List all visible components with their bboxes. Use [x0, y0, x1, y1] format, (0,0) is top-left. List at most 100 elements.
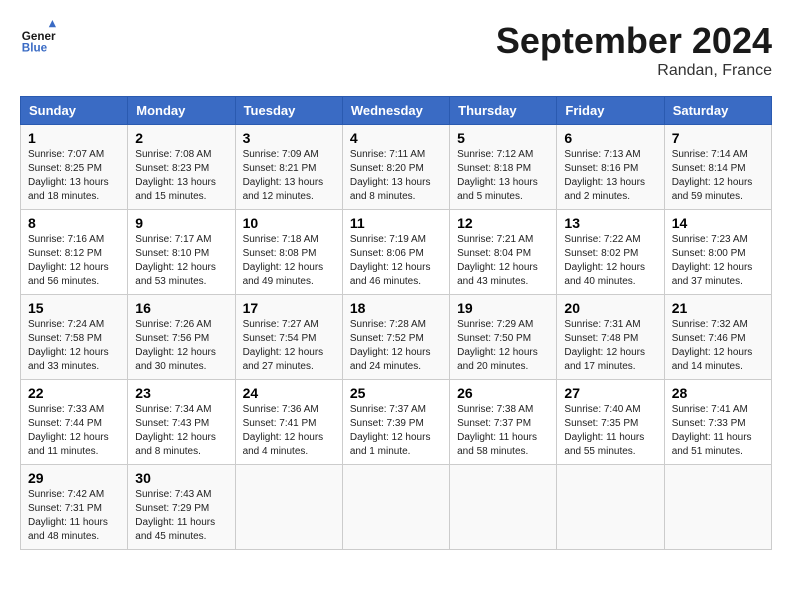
page-subtitle: Randan, France: [496, 62, 772, 80]
calendar-cell: 29Sunrise: 7:42 AM Sunset: 7:31 PM Dayli…: [21, 465, 128, 550]
column-header-sunday: Sunday: [21, 97, 128, 125]
calendar-cell: 8 Sunrise: 7:16 AM Sunset: 8:12 PM Daylig…: [21, 210, 128, 295]
column-header-thursday: Thursday: [450, 97, 557, 125]
day-info: Sunrise: 7:43 AM Sunset: 7:29 PM Dayligh…: [135, 488, 227, 544]
day-info: Sunrise: 7:31 AM Sunset: 7:48 PM Dayligh…: [564, 318, 656, 374]
calendar-cell: 9 Sunrise: 7:17 AM Sunset: 8:10 PM Daylig…: [128, 210, 235, 295]
week-row-1: 1 Sunrise: 7:07 AM Sunset: 8:25 PM Daylig…: [21, 125, 772, 210]
day-info: Sunrise: 7:12 AM Sunset: 8:18 PM Dayligh…: [457, 148, 549, 204]
day-info: Sunrise: 7:08 AM Sunset: 8:23 PM Dayligh…: [135, 148, 227, 204]
calendar-cell: 16 Sunrise: 7:26 AM Sunset: 7:56 PM Dayli…: [128, 295, 235, 380]
day-info: Sunrise: 7:18 AM Sunset: 8:08 PM Dayligh…: [243, 233, 335, 289]
calendar-cell: [450, 465, 557, 550]
day-info: Sunrise: 7:32 AM Sunset: 7:46 PM Dayligh…: [672, 318, 764, 374]
day-info: Sunrise: 7:26 AM Sunset: 7:56 PM Dayligh…: [135, 318, 227, 374]
calendar-cell: 17 Sunrise: 7:27 AM Sunset: 7:54 PM Dayli…: [235, 295, 342, 380]
calendar-cell: 3 Sunrise: 7:09 AM Sunset: 8:21 PM Daylig…: [235, 125, 342, 210]
header-row: SundayMondayTuesdayWednesdayThursdayFrid…: [21, 97, 772, 125]
week-row-2: 8 Sunrise: 7:16 AM Sunset: 8:12 PM Daylig…: [21, 210, 772, 295]
logo-icon: General Blue: [20, 20, 56, 56]
column-header-wednesday: Wednesday: [342, 97, 449, 125]
calendar-cell: [557, 465, 664, 550]
calendar-cell: 18Sunrise: 7:28 AM Sunset: 7:52 PM Dayli…: [342, 295, 449, 380]
day-info: Sunrise: 7:21 AM Sunset: 8:04 PM Dayligh…: [457, 233, 549, 289]
day-number: 2: [135, 130, 227, 146]
week-row-4: 22Sunrise: 7:33 AM Sunset: 7:44 PM Dayli…: [21, 380, 772, 465]
calendar-cell: 28 Sunrise: 7:41 AM Sunset: 7:33 PM Dayli…: [664, 380, 771, 465]
calendar-cell: 22Sunrise: 7:33 AM Sunset: 7:44 PM Dayli…: [21, 380, 128, 465]
logo: General Blue: [20, 20, 56, 56]
calendar-cell: 14 Sunrise: 7:23 AM Sunset: 8:00 PM Dayli…: [664, 210, 771, 295]
calendar-cell: 1 Sunrise: 7:07 AM Sunset: 8:25 PM Daylig…: [21, 125, 128, 210]
day-info: Sunrise: 7:16 AM Sunset: 8:12 PM Dayligh…: [28, 233, 120, 289]
day-info: Sunrise: 7:33 AM Sunset: 7:44 PM Dayligh…: [28, 403, 120, 459]
calendar-cell: 2 Sunrise: 7:08 AM Sunset: 8:23 PM Daylig…: [128, 125, 235, 210]
day-info: Sunrise: 7:14 AM Sunset: 8:14 PM Dayligh…: [672, 148, 764, 204]
page-title: September 2024: [496, 20, 772, 62]
day-number: 24: [243, 385, 335, 401]
day-info: Sunrise: 7:37 AM Sunset: 7:39 PM Dayligh…: [350, 403, 442, 459]
week-row-3: 15 Sunrise: 7:24 AM Sunset: 7:58 PM Dayli…: [21, 295, 772, 380]
page-header: General Blue September 2024 Randan, Fran…: [20, 20, 772, 80]
day-info: Sunrise: 7:28 AM Sunset: 7:52 PM Dayligh…: [350, 318, 442, 374]
day-number: 15: [28, 300, 120, 316]
calendar-cell: 4 Sunrise: 7:11 AM Sunset: 8:20 PM Daylig…: [342, 125, 449, 210]
calendar-cell: 11 Sunrise: 7:19 AM Sunset: 8:06 PM Dayli…: [342, 210, 449, 295]
column-header-monday: Monday: [128, 97, 235, 125]
day-number: 7: [672, 130, 764, 146]
calendar-cell: 27 Sunrise: 7:40 AM Sunset: 7:35 PM Dayli…: [557, 380, 664, 465]
day-info: Sunrise: 7:07 AM Sunset: 8:25 PM Dayligh…: [28, 148, 120, 204]
day-info: Sunrise: 7:34 AM Sunset: 7:43 PM Dayligh…: [135, 403, 227, 459]
day-info: Sunrise: 7:24 AM Sunset: 7:58 PM Dayligh…: [28, 318, 120, 374]
day-number: 17: [243, 300, 335, 316]
day-number: 12: [457, 215, 549, 231]
day-number: 1: [28, 130, 120, 146]
day-info: Sunrise: 7:17 AM Sunset: 8:10 PM Dayligh…: [135, 233, 227, 289]
week-row-5: 29Sunrise: 7:42 AM Sunset: 7:31 PM Dayli…: [21, 465, 772, 550]
calendar-cell: 19 Sunrise: 7:29 AM Sunset: 7:50 PM Dayli…: [450, 295, 557, 380]
day-number: 4: [350, 130, 442, 146]
day-number: 23: [135, 385, 227, 401]
day-number: 25: [350, 385, 442, 401]
day-number: 16: [135, 300, 227, 316]
day-number: 10: [243, 215, 335, 231]
day-info: Sunrise: 7:42 AM Sunset: 7:31 PM Dayligh…: [28, 488, 120, 544]
day-number: 19: [457, 300, 549, 316]
calendar-cell: 24 Sunrise: 7:36 AM Sunset: 7:41 PM Dayli…: [235, 380, 342, 465]
day-info: Sunrise: 7:41 AM Sunset: 7:33 PM Dayligh…: [672, 403, 764, 459]
calendar-cell: 5Sunrise: 7:12 AM Sunset: 8:18 PM Daylig…: [450, 125, 557, 210]
calendar-cell: [235, 465, 342, 550]
column-header-friday: Friday: [557, 97, 664, 125]
day-number: 6: [564, 130, 656, 146]
day-info: Sunrise: 7:27 AM Sunset: 7:54 PM Dayligh…: [243, 318, 335, 374]
calendar-cell: 6 Sunrise: 7:13 AM Sunset: 8:16 PM Daylig…: [557, 125, 664, 210]
day-number: 27: [564, 385, 656, 401]
title-block: September 2024 Randan, France: [496, 20, 772, 80]
day-number: 9: [135, 215, 227, 231]
calendar-table: SundayMondayTuesdayWednesdayThursdayFrid…: [20, 96, 772, 550]
day-number: 11: [350, 215, 442, 231]
day-number: 3: [243, 130, 335, 146]
day-number: 20: [564, 300, 656, 316]
day-number: 21: [672, 300, 764, 316]
day-info: Sunrise: 7:11 AM Sunset: 8:20 PM Dayligh…: [350, 148, 442, 204]
day-info: Sunrise: 7:38 AM Sunset: 7:37 PM Dayligh…: [457, 403, 549, 459]
day-number: 30: [135, 470, 227, 486]
day-info: Sunrise: 7:40 AM Sunset: 7:35 PM Dayligh…: [564, 403, 656, 459]
calendar-cell: 10 Sunrise: 7:18 AM Sunset: 8:08 PM Dayli…: [235, 210, 342, 295]
day-info: Sunrise: 7:13 AM Sunset: 8:16 PM Dayligh…: [564, 148, 656, 204]
day-info: Sunrise: 7:29 AM Sunset: 7:50 PM Dayligh…: [457, 318, 549, 374]
day-info: Sunrise: 7:23 AM Sunset: 8:00 PM Dayligh…: [672, 233, 764, 289]
calendar-cell: 25 Sunrise: 7:37 AM Sunset: 7:39 PM Dayli…: [342, 380, 449, 465]
calendar-cell: 15 Sunrise: 7:24 AM Sunset: 7:58 PM Dayli…: [21, 295, 128, 380]
day-info: Sunrise: 7:19 AM Sunset: 8:06 PM Dayligh…: [350, 233, 442, 289]
svg-text:Blue: Blue: [22, 42, 48, 55]
day-info: Sunrise: 7:36 AM Sunset: 7:41 PM Dayligh…: [243, 403, 335, 459]
day-info: Sunrise: 7:22 AM Sunset: 8:02 PM Dayligh…: [564, 233, 656, 289]
day-number: 14: [672, 215, 764, 231]
calendar-cell: 26Sunrise: 7:38 AM Sunset: 7:37 PM Dayli…: [450, 380, 557, 465]
day-number: 28: [672, 385, 764, 401]
day-number: 8: [28, 215, 120, 231]
day-info: Sunrise: 7:09 AM Sunset: 8:21 PM Dayligh…: [243, 148, 335, 204]
day-number: 13: [564, 215, 656, 231]
